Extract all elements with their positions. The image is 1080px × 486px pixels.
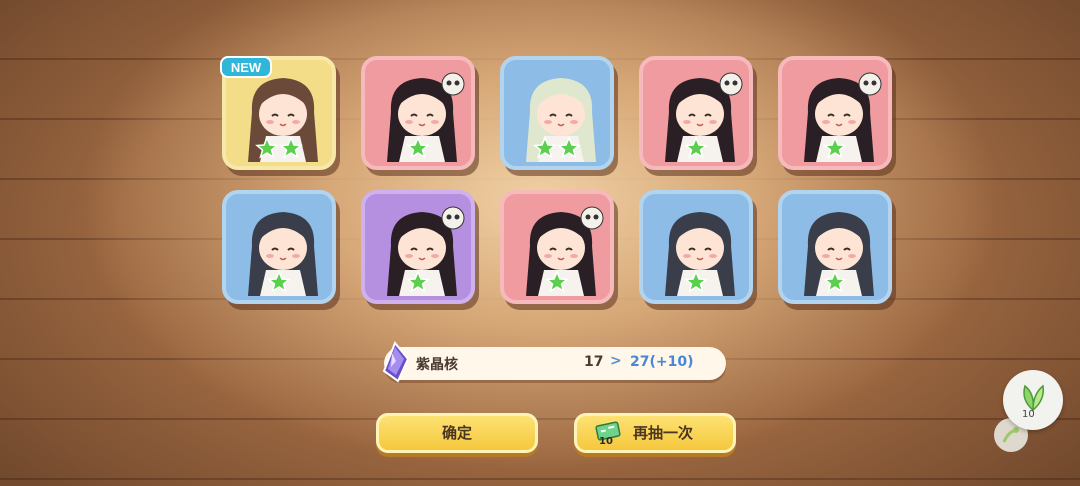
star-icon — [267, 270, 291, 293]
confirm-button[interactable]: 确定 — [376, 413, 538, 453]
resource-arrow: > — [610, 353, 622, 369]
side-item-bubble[interactable] — [1003, 370, 1063, 430]
resource-bar: 紫晶核 17 > 27(+10) — [382, 341, 726, 383]
result-card[interactable] — [778, 190, 892, 304]
star-icon — [684, 136, 708, 159]
ticket-count: 10 — [599, 436, 613, 447]
resource-old-value: 17 — [584, 354, 604, 370]
rarity-stars — [365, 136, 471, 160]
star-icon — [406, 270, 430, 293]
star-icon — [533, 136, 557, 159]
star-icon — [279, 136, 303, 159]
purple-crystal-icon — [382, 341, 410, 383]
rarity-stars — [365, 270, 471, 294]
resource-new-value: 27(+10) — [630, 354, 694, 370]
rarity-stars — [643, 136, 749, 160]
star-icon — [823, 136, 847, 159]
result-card[interactable] — [222, 190, 336, 304]
result-card[interactable] — [500, 190, 614, 304]
rarity-stars — [226, 136, 332, 160]
star-icon — [255, 136, 279, 159]
star-icon — [684, 270, 708, 293]
side-item-count: 10 — [1022, 409, 1035, 420]
rarity-stars — [226, 270, 332, 294]
star-icon — [406, 136, 430, 159]
result-card[interactable] — [500, 56, 614, 170]
result-card[interactable] — [778, 56, 892, 170]
leaf-item-icon — [1023, 384, 1045, 412]
rarity-stars — [782, 270, 888, 294]
star-icon — [557, 136, 581, 159]
star-icon — [823, 270, 847, 293]
rarity-stars — [782, 136, 888, 160]
result-card[interactable] — [639, 190, 753, 304]
rarity-stars — [504, 270, 610, 294]
result-grid — [222, 56, 902, 306]
draw-again-button[interactable]: 10 再抽一次 — [574, 413, 736, 453]
star-icon — [545, 270, 569, 293]
rarity-stars — [643, 270, 749, 294]
result-card[interactable] — [361, 56, 475, 170]
new-badge: NEW — [220, 56, 272, 78]
result-card[interactable] — [639, 56, 753, 170]
result-card[interactable] — [361, 190, 475, 304]
rarity-stars — [504, 136, 610, 160]
resource-name: 紫晶核 — [416, 357, 458, 373]
draw-again-label: 再抽一次 — [633, 424, 694, 442]
